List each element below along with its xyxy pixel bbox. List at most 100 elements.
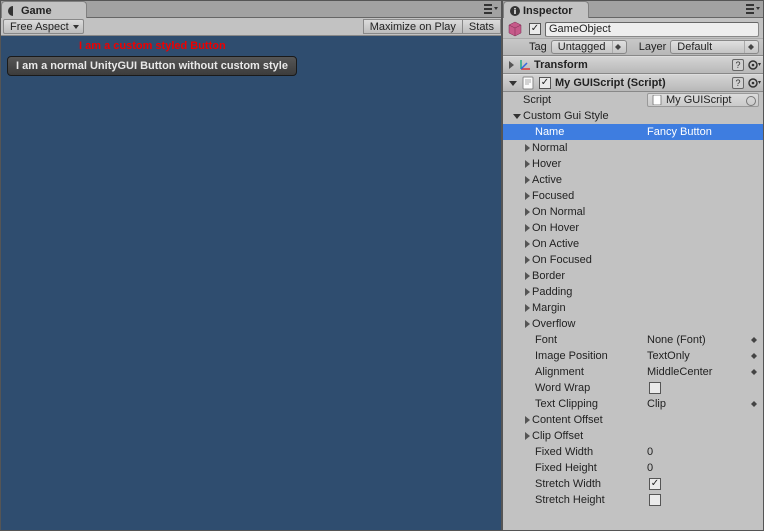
state-fold-border[interactable]: Border [503,268,763,284]
layer-dropdown[interactable]: Default [670,40,759,54]
game-toolbar: Free Aspect Maximize on Play Stats [1,18,501,36]
active-checkbox[interactable] [529,23,541,35]
custom-style-fold[interactable]: Custom Gui Style [503,108,763,124]
state-label: Border [532,270,565,282]
info-icon [510,6,520,16]
script-component-title: My GUIScript (Script) [555,77,729,89]
state-fold-margin[interactable]: Margin [503,300,763,316]
tag-dropdown[interactable]: Untagged [551,40,627,54]
clip-offset-fold[interactable]: Clip Offset [503,428,763,444]
text-clipping-value[interactable]: Clip [647,398,749,410]
font-label: Font [535,334,647,346]
tag-layer-row: Tag Untagged Layer Default [503,38,763,56]
fold-icon [525,224,530,232]
font-value[interactable]: None (Font) [647,334,749,346]
name-value: Fancy Button [647,126,759,138]
fold-icon [525,272,530,280]
custom-style-label: Custom Gui Style [523,110,609,122]
fancy-button[interactable]: I am a custom styled Button [79,40,226,52]
clip-offset-label: Clip Offset [532,430,583,442]
enum-arrows-icon[interactable] [749,369,759,375]
stats-button[interactable]: Stats [463,19,501,34]
help-icon[interactable]: ? [731,76,745,90]
state-label: Normal [532,142,567,154]
game-tabbar: Game [1,1,501,18]
fold-icon [525,416,530,424]
enum-arrows-icon[interactable] [749,353,759,359]
stretch-height-row: Stretch Height [503,492,763,508]
fold-icon [509,81,517,86]
stretch-height-checkbox[interactable] [649,494,661,506]
name-row[interactable]: Name Fancy Button [503,124,763,140]
fixed-width-value[interactable]: 0 [647,446,759,458]
image-position-row: Image Position TextOnly [503,348,763,364]
fixed-width-row: Fixed Width 0 [503,444,763,460]
script-icon [521,76,535,90]
state-fold-on-active[interactable]: On Active [503,236,763,252]
script-label: Script [523,94,647,106]
aspect-dropdown[interactable]: Free Aspect [3,19,84,34]
fold-icon [513,114,521,119]
word-wrap-checkbox[interactable] [649,382,661,394]
name-label: Name [535,126,647,138]
alignment-row: Alignment MiddleCenter [503,364,763,380]
content-offset-label: Content Offset [532,414,603,426]
script-object-field[interactable]: My GUIScript [647,93,759,107]
object-picker-icon[interactable] [746,96,756,106]
script-component-header[interactable]: My GUIScript (Script) ? [503,74,763,92]
state-fold-normal[interactable]: Normal [503,140,763,156]
state-fold-active[interactable]: Active [503,172,763,188]
gear-icon[interactable] [747,58,761,72]
app-root: Game Free Aspect Maximize on Play Stats … [0,0,764,531]
fold-icon [525,192,530,200]
panel-menu-icon[interactable] [745,3,761,15]
state-fold-on-hover[interactable]: On Hover [503,220,763,236]
game-tab[interactable]: Game [1,1,87,18]
word-wrap-label: Word Wrap [535,382,647,394]
alignment-value[interactable]: MiddleCenter [647,366,749,378]
state-fold-on-normal[interactable]: On Normal [503,204,763,220]
enum-arrows-icon[interactable] [749,401,759,407]
state-fold-overflow[interactable]: Overflow [503,316,763,332]
state-fold-padding[interactable]: Padding [503,284,763,300]
fixed-height-label: Fixed Height [535,462,647,474]
normal-button[interactable]: I am a normal UnityGUI Button without cu… [7,56,297,76]
maximize-button[interactable]: Maximize on Play [363,19,463,34]
inspector-tabbar: Inspector [503,1,763,18]
script-value: My GUIScript [666,94,731,106]
fixed-height-value[interactable]: 0 [647,462,759,474]
inspector-panel: Inspector Tag Untagged [503,1,763,530]
gear-icon[interactable] [747,76,761,90]
state-fold-on-focused[interactable]: On Focused [503,252,763,268]
object-name-input[interactable] [545,22,759,37]
text-clipping-label: Text Clipping [535,398,647,410]
script-asset-icon [652,95,662,105]
component-enabled-checkbox[interactable] [539,77,551,89]
image-position-value[interactable]: TextOnly [647,350,749,362]
fold-icon [509,61,514,69]
state-label: On Active [532,238,579,250]
panel-menu-icon[interactable] [483,3,499,15]
fold-icon [525,304,530,312]
transform-header[interactable]: Transform ? [503,56,763,74]
state-fold-focused[interactable]: Focused [503,188,763,204]
font-picker-icon[interactable] [749,337,759,343]
pacman-icon [8,6,18,16]
inspector-tab[interactable]: Inspector [503,1,589,18]
help-icon[interactable]: ? [731,58,745,72]
text-clipping-row: Text Clipping Clip [503,396,763,412]
alignment-label: Alignment [535,366,647,378]
script-field-row: Script My GUIScript [503,92,763,108]
image-position-label: Image Position [535,350,647,362]
state-fold-hover[interactable]: Hover [503,156,763,172]
fold-icon [525,144,530,152]
fold-icon [525,288,530,296]
stretch-width-checkbox[interactable] [649,478,661,490]
gameobject-icon[interactable] [507,21,523,37]
stretch-width-label: Stretch Width [535,478,647,490]
state-label: Padding [532,286,572,298]
state-label: Overflow [532,318,575,330]
content-offset-fold[interactable]: Content Offset [503,412,763,428]
tag-label: Tag [529,41,547,53]
stretch-width-row: Stretch Width [503,476,763,492]
